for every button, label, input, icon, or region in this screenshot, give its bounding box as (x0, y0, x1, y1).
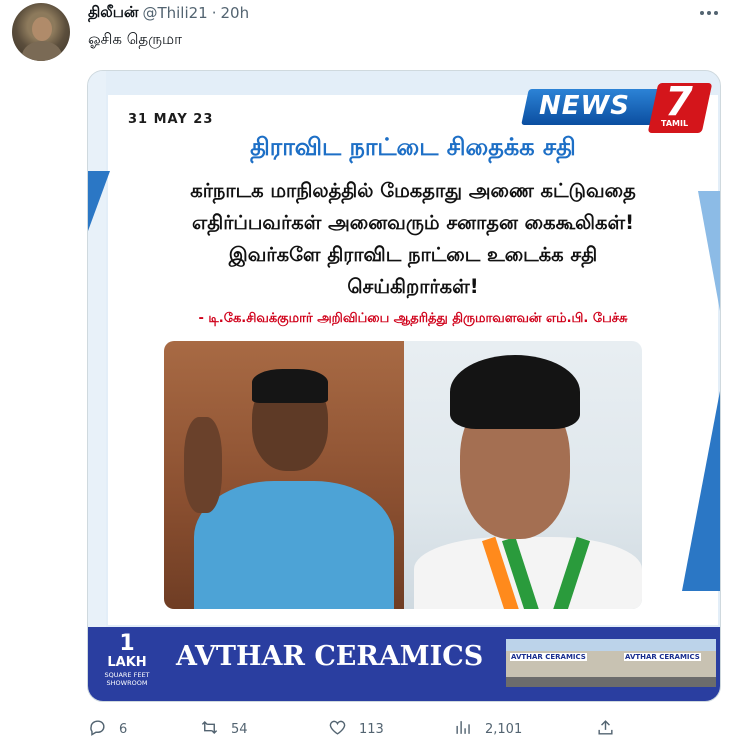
tweet-actions: 6 54 113 2,101 (88, 716, 648, 742)
retweet-count: 54 (231, 721, 248, 737)
tweet-header: திலீபன் @Thili21 · 20h (88, 2, 249, 24)
poster-body-line: கர்நாடக மாநிலத்தில் மேகதாது அணை கட்டுவதை (190, 179, 636, 202)
person-left-hand (184, 417, 222, 513)
retweet-button[interactable]: 54 (200, 716, 248, 742)
poster-accent-right (682, 391, 720, 591)
separator-dot: · (211, 4, 217, 22)
poster-headline: திராவிட நாட்டை சிதைக்க சதி (250, 133, 576, 161)
like-count: 113 (359, 721, 384, 737)
logo-news-text: NEWS (539, 91, 630, 121)
poster-date: 31 MAY 23 (128, 112, 214, 127)
poster-body-line: எதிர்ப்பவர்கள் அனைவரும் சனாதன கைகூலிகள்! (192, 211, 634, 234)
reply-button[interactable]: 6 (88, 716, 127, 742)
news-poster: 31 MAY 23 NEWS 7 TAMIL திராவிட நாட்டை சி… (88, 71, 720, 701)
ad-banner: 1 LAKH SQUARE FEET SHOWROOM AVTHAR CERAM… (88, 627, 720, 701)
ad-sign-right: AVTHAR CERAMICS (624, 653, 701, 661)
retweet-icon (200, 718, 231, 741)
person-left-hair (252, 369, 328, 403)
ad-unit: LAKH (107, 655, 147, 670)
more-options-icon[interactable] (694, 2, 724, 24)
poster-body-line: செய்கிறார்கள்! (347, 275, 479, 298)
avatar-face (32, 17, 52, 41)
person-left-shirt (194, 481, 394, 609)
ad-road (506, 677, 716, 687)
person-right-hair (450, 355, 580, 429)
tweet-time[interactable]: 20h (221, 4, 250, 22)
share-icon (596, 718, 627, 741)
tweet-media[interactable]: 31 MAY 23 NEWS 7 TAMIL திராவிட நாட்டை சி… (87, 70, 721, 702)
like-button[interactable]: 113 (328, 716, 384, 742)
views-icon (454, 718, 485, 741)
ad-showroom-photo: AVTHAR CERAMICS AVTHAR CERAMICS (506, 639, 716, 687)
author-handle[interactable]: @Thili21 (142, 4, 207, 22)
poster-left-strip (88, 71, 106, 701)
reply-icon (88, 718, 119, 741)
reply-count: 6 (119, 721, 128, 737)
poster-body-line: இவர்களே திராவிட நாட்டை உடைக்க சதி (228, 243, 598, 266)
author-avatar[interactable] (12, 3, 70, 61)
share-button[interactable] (596, 716, 627, 742)
views-count: 2,101 (485, 721, 523, 737)
ad-name: AVTHAR CERAMICS (176, 641, 484, 672)
avatar-body (22, 41, 62, 61)
tweet-text: ஓசிக தெருமா (88, 30, 182, 48)
heart-icon (328, 718, 359, 741)
ad-small-2: SHOWROOM (106, 679, 148, 687)
views-button[interactable]: 2,101 (454, 716, 522, 742)
ad-small-1: SQUARE FEET (104, 671, 150, 679)
author-name[interactable]: திலீபன் (88, 3, 138, 23)
poster-photo (164, 341, 642, 609)
ad-badge: 1 LAKH SQUARE FEET SHOWROOM (96, 633, 158, 695)
news7-logo: NEWS 7 TAMIL (521, 79, 713, 133)
poster-body: கர்நாடக மாநிலத்தில் மேகதாது அணை கட்டுவதை… (108, 175, 718, 303)
poster-source-line: - டி.கே.சிவக்குமார் அறிவிப்பை ஆதரித்து த… (198, 311, 628, 326)
ad-number: 1 (119, 631, 135, 656)
logo-tamil-text: TAMIL (661, 119, 689, 128)
ad-sign-left: AVTHAR CERAMICS (510, 653, 587, 661)
poster-accent-left (88, 171, 110, 231)
